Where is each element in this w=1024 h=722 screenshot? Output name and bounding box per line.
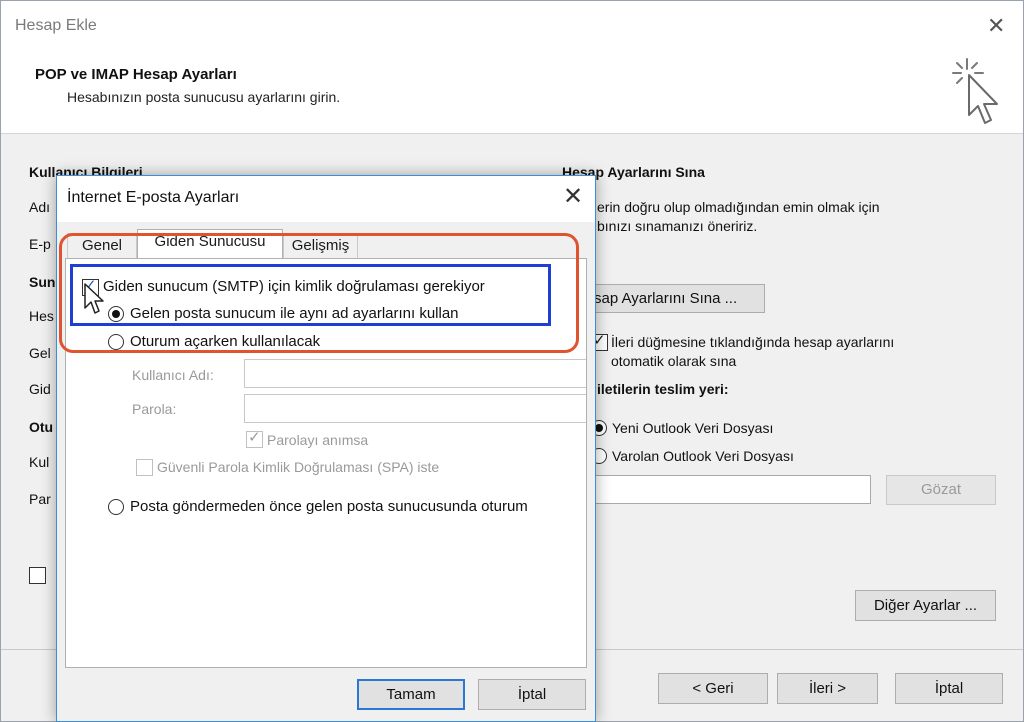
auto-test-label-line2: otomatik olarak sına — [611, 353, 737, 369]
username-label: Kul — [29, 454, 50, 470]
smtp-auth-label: Giden sunucum (SMTP) için kimlik doğrula… — [103, 278, 485, 295]
ok-button[interactable]: Tamam — [357, 679, 465, 710]
auto-test-label-line1: İleri düğmesine tıklandığında hesap ayar… — [611, 334, 895, 350]
outgoing-server-label: Gid — [29, 381, 51, 397]
existing-data-file-label: Varolan Outlook Veri Dosyası — [612, 448, 794, 464]
use-same-settings-label: Gelen posta sunucum ile aynı ad ayarları… — [130, 305, 459, 322]
outer-close-icon[interactable]: ✕ — [987, 13, 1005, 39]
spa-label: Güvenli Parola Kimlik Doğrulaması (SPA) … — [157, 459, 440, 475]
logon-before-sending-label: Posta göndermeden önce gelen posta sunuc… — [130, 498, 528, 515]
test-account-settings-button[interactable]: sap Ayarlarını Sına ... — [591, 284, 765, 313]
name-label: Adı — [29, 199, 51, 215]
outer-titlebar — [1, 1, 1023, 51]
dialog-username-input[interactable] — [244, 359, 586, 388]
outer-cancel-button[interactable]: İptal — [895, 673, 1003, 704]
existing-data-file-path-input[interactable] — [595, 475, 871, 504]
tab-advanced[interactable]: Gelişmiş — [283, 233, 358, 258]
use-same-settings-radio[interactable] — [108, 306, 124, 322]
test-desc-line2: bınızı sınamanızı öneririz. — [597, 218, 758, 234]
remember-password-dialog-label: Parolayı anımsa — [267, 432, 369, 448]
new-data-file-label: Yeni Outlook Veri Dosyası — [612, 420, 774, 436]
delivery-location-label: iletilerin teslim yeri: — [597, 381, 729, 397]
incoming-server-label: Gel — [29, 345, 51, 361]
outer-window-title: Hesap Ekle — [15, 17, 97, 34]
internet-email-settings-dialog: İnternet E-posta Ayarları ✕ Genel Giden … — [56, 175, 596, 722]
account-type-label: Hes — [29, 308, 54, 324]
logon-info-heading: Otu — [29, 419, 54, 435]
checkmark-icon: ✓ — [248, 429, 261, 446]
remember-password-dialog-checkbox[interactable]: ✓ — [246, 429, 263, 448]
dialog-password-input[interactable] — [244, 394, 586, 423]
dialog-close-icon[interactable]: ✕ — [563, 182, 583, 211]
spa-checkbox[interactable] — [136, 459, 153, 476]
dialog-password-label: Parola: — [132, 401, 177, 417]
logon-before-sending-radio[interactable] — [108, 499, 124, 515]
tab-outgoing-server[interactable]: Giden Sunucusu — [137, 229, 283, 259]
email-label: E-p — [29, 236, 51, 252]
page-title: POP ve IMAP Hesap Ayarları — [35, 66, 237, 83]
back-button[interactable]: < Geri — [658, 673, 768, 704]
server-info-heading: Sun — [29, 274, 56, 290]
smtp-auth-checkbox[interactable]: ✓ — [82, 277, 99, 296]
browse-button[interactable]: Gözat — [886, 475, 996, 505]
logon-using-radio[interactable] — [108, 334, 124, 350]
checkmark-icon: ✓ — [84, 277, 97, 294]
logon-using-label: Oturum açarken kullanılacak — [130, 333, 321, 350]
wizard-cursor-icon — [952, 58, 998, 124]
page-subtitle: Hesabınızın posta sunucusu ayarlarını gi… — [67, 89, 341, 105]
password-label: Par — [29, 491, 51, 507]
outgoing-server-panel: ✓ Giden sunucum (SMTP) için kimlik doğru… — [65, 258, 587, 668]
tab-general[interactable]: Genel — [67, 233, 137, 258]
test-desc-line1: erin doğru olup olmadığından emin olmak … — [597, 199, 880, 215]
more-settings-button[interactable]: Diğer Ayarlar ... — [855, 590, 996, 621]
remember-password-checkbox[interactable] — [29, 567, 46, 584]
dialog-username-label: Kullanıcı Adı: — [132, 367, 214, 383]
dialog-title: İnternet E-posta Ayarları — [67, 189, 240, 206]
next-button[interactable]: İleri > — [777, 673, 878, 704]
dialog-cancel-button[interactable]: İptal — [478, 679, 586, 710]
